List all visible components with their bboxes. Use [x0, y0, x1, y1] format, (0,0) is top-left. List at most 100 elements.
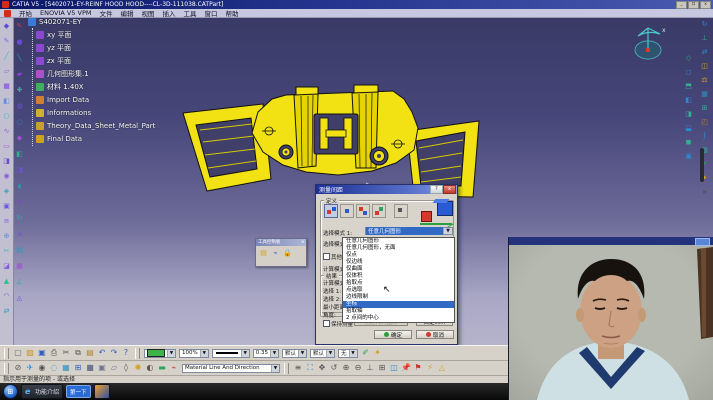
toolbar-handle[interactable]	[135, 348, 140, 359]
cancel-button[interactable]: 取消	[416, 330, 454, 339]
render-style-combo[interactable]: 默认 ▼	[310, 349, 335, 358]
measure-item-mode-icon[interactable]	[340, 204, 354, 218]
taskbar-item-photo-viewer[interactable]	[94, 384, 110, 399]
lock-icon[interactable]: 🔒	[282, 247, 293, 258]
chevron-down-icon[interactable]: ▼	[270, 350, 278, 357]
color-swatch	[147, 349, 165, 357]
linetype-combo[interactable]: ▼	[212, 349, 250, 358]
lighting-icon[interactable]: ✺	[132, 362, 144, 374]
tile-icon[interactable]: ⊞	[72, 362, 84, 374]
wireframe-icon[interactable]: ▱	[108, 362, 120, 374]
dialog-help-button[interactable]: ?	[430, 185, 443, 194]
dropdown-option-6[interactable]: 拾取点	[343, 280, 454, 287]
lightning-icon[interactable]: ⚡	[424, 362, 436, 374]
dropdown-option-8[interactable]: 边线限制	[343, 294, 454, 301]
toolbar-handle[interactable]	[4, 363, 9, 374]
dropdown-option-5[interactable]: 仅体积	[343, 273, 454, 280]
tools-palette-titlebar[interactable]: 工具控制板 x	[256, 239, 306, 246]
fly-mode-icon[interactable]: ✈	[24, 362, 36, 374]
depth-effect-icon[interactable]: ◐	[144, 362, 156, 374]
painter-icon[interactable]: ✐	[360, 347, 372, 359]
print-icon[interactable]: ⎙	[48, 347, 60, 359]
chevron-down-icon[interactable]: ▼	[271, 365, 279, 372]
copy-icon[interactable]: ⧉	[72, 347, 84, 359]
tree-toggle-icon[interactable]: ≡	[292, 362, 304, 374]
chevron-down-icon[interactable]: ▼	[298, 350, 306, 357]
ground-icon[interactable]: ▬	[156, 362, 168, 374]
fan-mode-icon[interactable]	[372, 204, 386, 218]
open-icon[interactable]: ▨	[24, 347, 36, 359]
magnet-icon[interactable]: ⌁	[168, 362, 180, 374]
lineweight-value: 0.35	[254, 350, 270, 356]
zoom-out-icon[interactable]: ⊖	[352, 362, 364, 374]
toolbar-handle[interactable]	[284, 363, 289, 374]
dropdown-option-2[interactable]: 仅点	[343, 252, 454, 259]
redo-icon[interactable]: ↷	[108, 347, 120, 359]
chevron-down-icon[interactable]: ▼	[443, 228, 452, 234]
perspective-icon[interactable]: ◊	[120, 362, 132, 374]
webcam-titlebar-button[interactable]	[695, 238, 710, 246]
help-icon[interactable]: ?	[120, 347, 132, 359]
shading-icon[interactable]: ■	[84, 362, 96, 374]
transparency-combo[interactable]: 100% ▼	[179, 349, 209, 358]
edges-icon[interactable]: ▣	[96, 362, 108, 374]
pick-mode-icon[interactable]	[394, 204, 408, 218]
dropdown-option-7[interactable]: 点选取	[343, 287, 454, 294]
mode1-combo[interactable]: 任意几何图形 ▼	[365, 227, 453, 235]
start-button[interactable]: ⊞	[3, 384, 18, 399]
keep-measure-checkbox[interactable]	[323, 320, 330, 327]
zoom-in-icon[interactable]: ⊕	[340, 362, 352, 374]
wizard-icon[interactable]: ✦	[372, 347, 384, 359]
dialog-close-button[interactable]: x	[443, 185, 456, 194]
cut-icon[interactable]: ✂	[60, 347, 72, 359]
pin-icon[interactable]: 📌	[400, 362, 412, 374]
cone-icon[interactable]: △	[436, 362, 448, 374]
dropdown-option-10[interactable]: 拾取轴	[343, 308, 454, 315]
undo-icon[interactable]: ↶	[96, 347, 108, 359]
paste-icon[interactable]: ▤	[84, 347, 96, 359]
lineweight-combo[interactable]: 0.35 ▼	[253, 349, 279, 358]
quick-view-icon[interactable]: ◫	[388, 362, 400, 374]
escape-icon[interactable]: ⊘	[12, 362, 24, 374]
new-icon[interactable]: ▢	[12, 347, 24, 359]
color-combo[interactable]: ▼	[144, 349, 176, 358]
compass[interactable]: x	[626, 20, 672, 66]
taskbar-item-browser[interactable]: e 功能介绍	[21, 384, 63, 399]
chevron-down-icon[interactable]: ▼	[326, 350, 334, 357]
layer-combo[interactable]: 无 ▼	[338, 349, 358, 358]
chevron-down-icon[interactable]: ▼	[167, 350, 175, 357]
dropdown-option-1[interactable]: 任意几何图形，无面	[343, 245, 454, 252]
chevron-down-icon[interactable]: ▼	[241, 350, 249, 357]
grid2-icon[interactable]: ▦	[60, 362, 72, 374]
dropdown-option-3[interactable]: 仅边线	[343, 259, 454, 266]
normal-view-icon[interactable]: ⊥	[364, 362, 376, 374]
rotate-view-icon[interactable]: ↺	[328, 362, 340, 374]
chevron-down-icon[interactable]: ▼	[349, 350, 357, 357]
dialog-titlebar[interactable]: 测量间距 ? x	[316, 185, 457, 194]
palette-close-icon[interactable]: x	[301, 239, 304, 246]
magnet-snap-icon[interactable]: ⌁	[270, 247, 281, 258]
fit-all-icon[interactable]: ⛶	[304, 362, 316, 374]
taskbar-chip-button[interactable]: 第一下	[66, 385, 91, 398]
save-icon[interactable]: ▣	[36, 347, 48, 359]
other-axis-checkbox[interactable]	[323, 253, 330, 260]
smart-pick-icon[interactable]: ▤	[258, 247, 269, 258]
flag-icon[interactable]: ⚑	[412, 362, 424, 374]
point-symbol-combo[interactable]: 默认 ▼	[282, 349, 307, 358]
toolbar-handle[interactable]	[4, 348, 9, 359]
magnifier-icon[interactable]: ◌	[48, 362, 60, 374]
webcam-overlay	[508, 237, 713, 400]
chain-mode-icon[interactable]	[356, 204, 370, 218]
webcam-titlebar[interactable]	[509, 237, 713, 245]
dropdown-option-4[interactable]: 仅曲面	[343, 266, 454, 273]
dropdown-option-0[interactable]: 任意几何图形	[343, 238, 454, 245]
ok-button[interactable]: 确定	[374, 330, 412, 339]
pan-icon[interactable]: ✥	[316, 362, 328, 374]
measure-between-mode-icon[interactable]	[324, 204, 338, 218]
multi-view-icon[interactable]: ⊞	[376, 362, 388, 374]
examine-icon[interactable]: ◉	[36, 362, 48, 374]
dropdown-option-11[interactable]: 2 点间的中心	[343, 315, 454, 322]
dropdown-option-9[interactable]: 坐标	[343, 301, 454, 308]
chevron-down-icon[interactable]: ▼	[200, 350, 208, 357]
material-mode-combo[interactable]: Material Line And Direction ▼	[182, 364, 280, 373]
